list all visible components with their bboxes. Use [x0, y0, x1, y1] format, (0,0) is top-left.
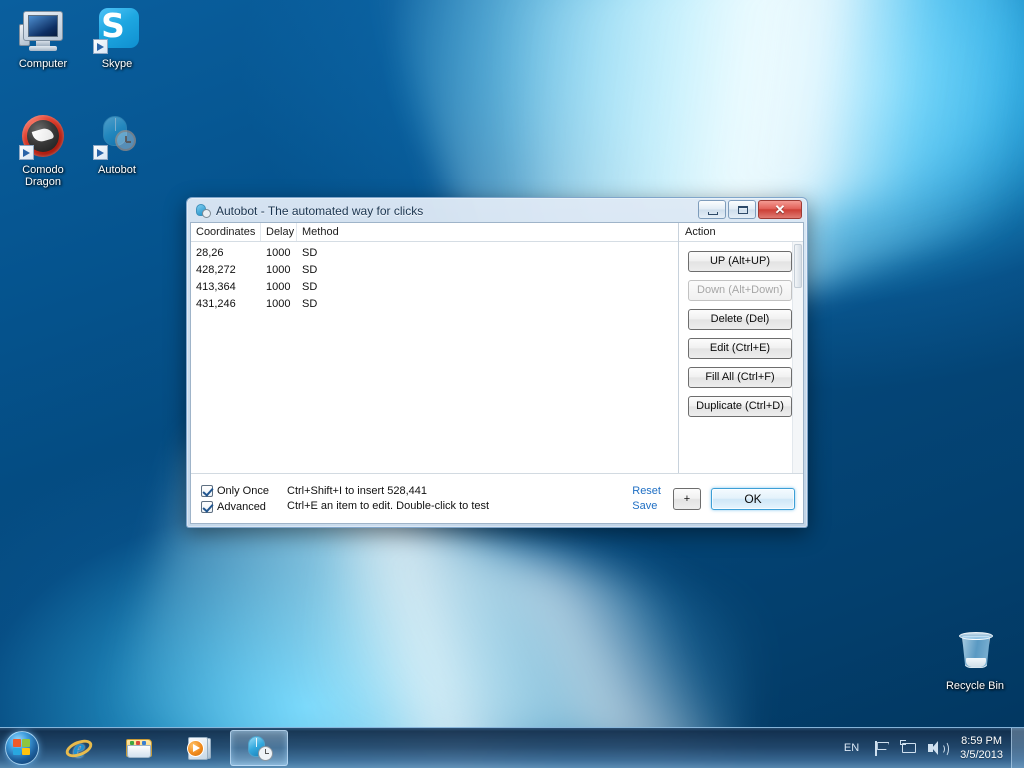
- column-header-coordinates[interactable]: Coordinates: [191, 223, 261, 241]
- start-button[interactable]: [0, 729, 48, 767]
- clock-date: 3/5/2013: [960, 749, 1003, 761]
- cell-coordinates: 428,272: [196, 263, 236, 276]
- desktop-icon-label: Recycle Bin: [945, 680, 1005, 692]
- autobot-taskbar-icon: [244, 733, 274, 763]
- title-bar[interactable]: Autobot - The automated way for clicks ✕: [190, 200, 804, 222]
- cell-delay: 1000: [266, 263, 291, 276]
- hint-line-insert: Ctrl+Shift+I to insert 528,441: [287, 484, 428, 497]
- maximize-icon: [738, 206, 748, 214]
- cell-delay: 1000: [266, 280, 291, 293]
- volume-icon[interactable]: [925, 737, 950, 759]
- action-center-flag-icon[interactable]: [871, 737, 893, 759]
- minimize-icon: [708, 212, 718, 215]
- action-scrollbar[interactable]: [792, 242, 803, 473]
- desktop-icon-label: Computer: [18, 58, 68, 70]
- windows-flag-icon: [13, 739, 31, 756]
- language-indicator[interactable]: EN: [844, 742, 859, 754]
- desktop-icon-label: Autobot: [98, 164, 136, 176]
- window-client-area: Coordinates Delay Method 28,26 1000 SD 4…: [190, 222, 804, 524]
- cell-delay: 1000: [266, 246, 291, 259]
- checkbox-check-icon: [201, 500, 213, 513]
- minimize-button[interactable]: [698, 200, 726, 219]
- table-row[interactable]: 28,26 1000 SD: [191, 244, 678, 261]
- scrollbar-thumb[interactable]: [794, 244, 802, 288]
- column-header-method[interactable]: Method: [297, 223, 678, 241]
- dialog-footer: Only Once Advanced Ctrl+Shift+I to inser…: [191, 473, 803, 523]
- cell-coordinates: 431,246: [196, 297, 236, 310]
- desktop-icon-label: Comodo Dragon: [22, 164, 64, 188]
- computer-icon: [19, 6, 67, 54]
- desktop-icon-computer[interactable]: Computer: [4, 6, 82, 70]
- recycle-bin-icon: [951, 628, 999, 676]
- folder-icon: [124, 733, 154, 763]
- desktop-icon-label: Skype: [101, 58, 133, 70]
- save-link[interactable]: Save: [632, 499, 661, 514]
- checkbox-check-icon: [201, 484, 213, 497]
- taskbar-item-internet-explorer[interactable]: e: [50, 730, 108, 766]
- fill-all-button[interactable]: Fill All (Ctrl+F): [688, 367, 792, 388]
- duplicate-button[interactable]: Duplicate (Ctrl+D): [688, 396, 792, 417]
- upper-region: Coordinates Delay Method 28,26 1000 SD 4…: [191, 223, 803, 473]
- cell-delay: 1000: [266, 297, 291, 310]
- taskbar-item-autobot[interactable]: [230, 730, 288, 766]
- cell-coordinates: 28,26: [196, 246, 224, 259]
- clicks-list-pane[interactable]: Coordinates Delay Method 28,26 1000 SD 4…: [191, 223, 679, 473]
- cell-method: SD: [302, 246, 318, 259]
- window-title: Autobot - The automated way for clicks: [216, 204, 424, 218]
- comodo-dragon-icon: [19, 112, 67, 160]
- show-desktop-button[interactable]: [1011, 728, 1024, 768]
- delete-button[interactable]: Delete (Del): [688, 309, 792, 330]
- column-header-action: Action: [679, 223, 803, 242]
- close-button[interactable]: ✕: [758, 200, 802, 219]
- desktop-icon-skype[interactable]: S Skype: [78, 6, 156, 70]
- move-up-button[interactable]: UP (Alt+UP): [688, 251, 792, 272]
- clock[interactable]: 8:59 PM 3/5/2013: [952, 734, 1011, 762]
- hint-text: Ctrl+Shift+I to insert 528,441 Ctrl+E an…: [277, 484, 632, 514]
- ok-button[interactable]: OK: [711, 487, 795, 510]
- edit-button[interactable]: Edit (Ctrl+E): [688, 338, 792, 359]
- footer-links: Reset Save: [632, 484, 661, 514]
- add-button[interactable]: +: [673, 487, 701, 510]
- table-row[interactable]: 428,272 1000 SD: [191, 261, 678, 278]
- system-tray: EN 8:59 PM 3/5/2013: [844, 728, 1024, 768]
- desktop-icon-autobot[interactable]: Autobot: [78, 112, 156, 176]
- maximize-button[interactable]: [728, 200, 756, 219]
- reset-link[interactable]: Reset: [632, 484, 661, 499]
- taskbar-item-windows-explorer[interactable]: [110, 730, 168, 766]
- action-buttons: UP (Alt+UP) Down (Alt+Down) Delete (Del)…: [679, 242, 803, 473]
- network-icon[interactable]: [898, 737, 920, 759]
- cell-method: SD: [302, 280, 318, 293]
- media-player-icon: [184, 733, 214, 763]
- cell-coordinates: 413,364: [196, 280, 236, 293]
- close-icon: ✕: [774, 202, 786, 217]
- taskbar-item-media-player[interactable]: [170, 730, 228, 766]
- table-row[interactable]: 431,246 1000 SD: [191, 295, 678, 312]
- list-column-headers: Coordinates Delay Method: [191, 223, 678, 242]
- list-rows[interactable]: 28,26 1000 SD 428,272 1000 SD 413,364 10…: [191, 242, 678, 473]
- advanced-checkbox[interactable]: Advanced: [201, 499, 277, 515]
- cell-method: SD: [302, 297, 318, 310]
- taskbar[interactable]: e EN 8:59 PM 3/5/2013: [0, 727, 1024, 768]
- desktop[interactable]: Computer S Skype Comodo Dragon Autobot R…: [0, 0, 1024, 768]
- autobot-mouse-clock-icon: [195, 203, 211, 219]
- only-once-checkbox[interactable]: Only Once: [201, 483, 277, 499]
- desktop-icon-recycle-bin[interactable]: Recycle Bin: [936, 628, 1014, 692]
- hint-line-edit: Ctrl+E an item to edit. Double-click to …: [287, 499, 490, 512]
- move-down-button: Down (Alt+Down): [688, 280, 792, 301]
- action-pane: Action UP (Alt+UP) Down (Alt+Down) Delet…: [679, 223, 803, 473]
- internet-explorer-icon: e: [63, 733, 95, 763]
- desktop-icon-comodo-dragon[interactable]: Comodo Dragon: [4, 112, 82, 188]
- advanced-label: Advanced: [217, 500, 266, 513]
- skype-icon: S: [93, 6, 141, 54]
- clock-time: 8:59 PM: [961, 735, 1003, 747]
- autobot-icon: [93, 112, 141, 160]
- window-controls: ✕: [698, 200, 802, 219]
- column-header-delay[interactable]: Delay: [261, 223, 297, 241]
- only-once-label: Only Once: [217, 484, 269, 497]
- table-row[interactable]: 413,364 1000 SD: [191, 278, 678, 295]
- cell-method: SD: [302, 263, 318, 276]
- footer-checkboxes: Only Once Advanced: [201, 483, 277, 515]
- autobot-window[interactable]: Autobot - The automated way for clicks ✕…: [186, 197, 808, 528]
